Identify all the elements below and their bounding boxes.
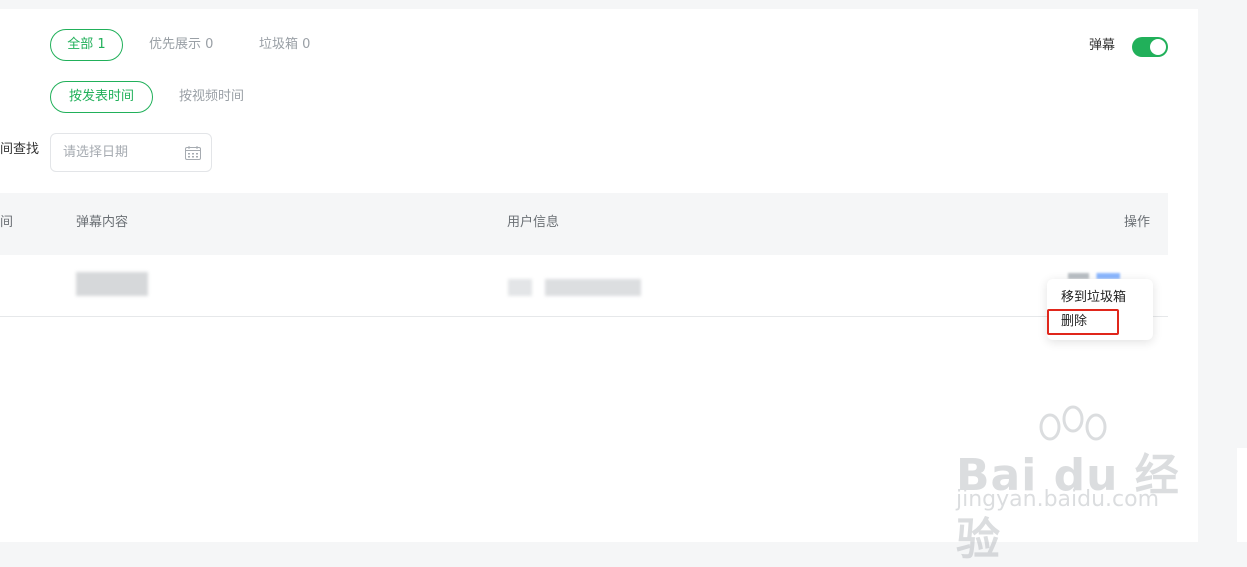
header-content: 弹幕内容 bbox=[76, 215, 129, 230]
menu-item-move-to-trash[interactable]: 移到垃圾箱 bbox=[1061, 290, 1126, 306]
tab-trash[interactable]: 垃圾箱 0 bbox=[259, 37, 310, 53]
baidu-jingyan-watermark: Bai du 经验 jingyan.baidu.com bbox=[952, 405, 1192, 565]
redacted-user-b bbox=[545, 279, 641, 296]
redacted-user-a bbox=[508, 279, 532, 296]
side-card-edge bbox=[1237, 448, 1247, 542]
toggle-knob bbox=[1150, 39, 1166, 55]
redacted-content bbox=[76, 272, 148, 296]
header-time: 间 bbox=[0, 215, 14, 230]
menu-item-delete[interactable]: 删除 bbox=[1061, 314, 1087, 330]
date-picker-input[interactable]: 请选择日期 bbox=[50, 133, 212, 172]
row-action-menu: 移到垃圾箱 删除 bbox=[1047, 279, 1153, 340]
table-row bbox=[0, 255, 1168, 317]
header-actions: 操作 bbox=[1124, 215, 1151, 230]
tab-all[interactable]: 全部 1 bbox=[50, 29, 123, 61]
date-search-label: 间查找 bbox=[0, 142, 40, 157]
tab-priority[interactable]: 优先展示 0 bbox=[149, 37, 213, 53]
tab-by-post-time[interactable]: 按发表时间 bbox=[50, 81, 153, 113]
calendar-icon bbox=[185, 146, 201, 160]
tab-by-video-time[interactable]: 按视频时间 bbox=[179, 89, 244, 105]
header-user: 用户信息 bbox=[507, 215, 560, 230]
danmaku-toggle[interactable] bbox=[1132, 37, 1168, 57]
watermark-url: jingyan.baidu.com bbox=[956, 487, 1160, 512]
danmaku-toggle-label: 弹幕 bbox=[1089, 38, 1116, 53]
date-placeholder: 请选择日期 bbox=[63, 145, 129, 160]
table-header: 间 弹幕内容 用户信息 操作 bbox=[0, 193, 1168, 255]
